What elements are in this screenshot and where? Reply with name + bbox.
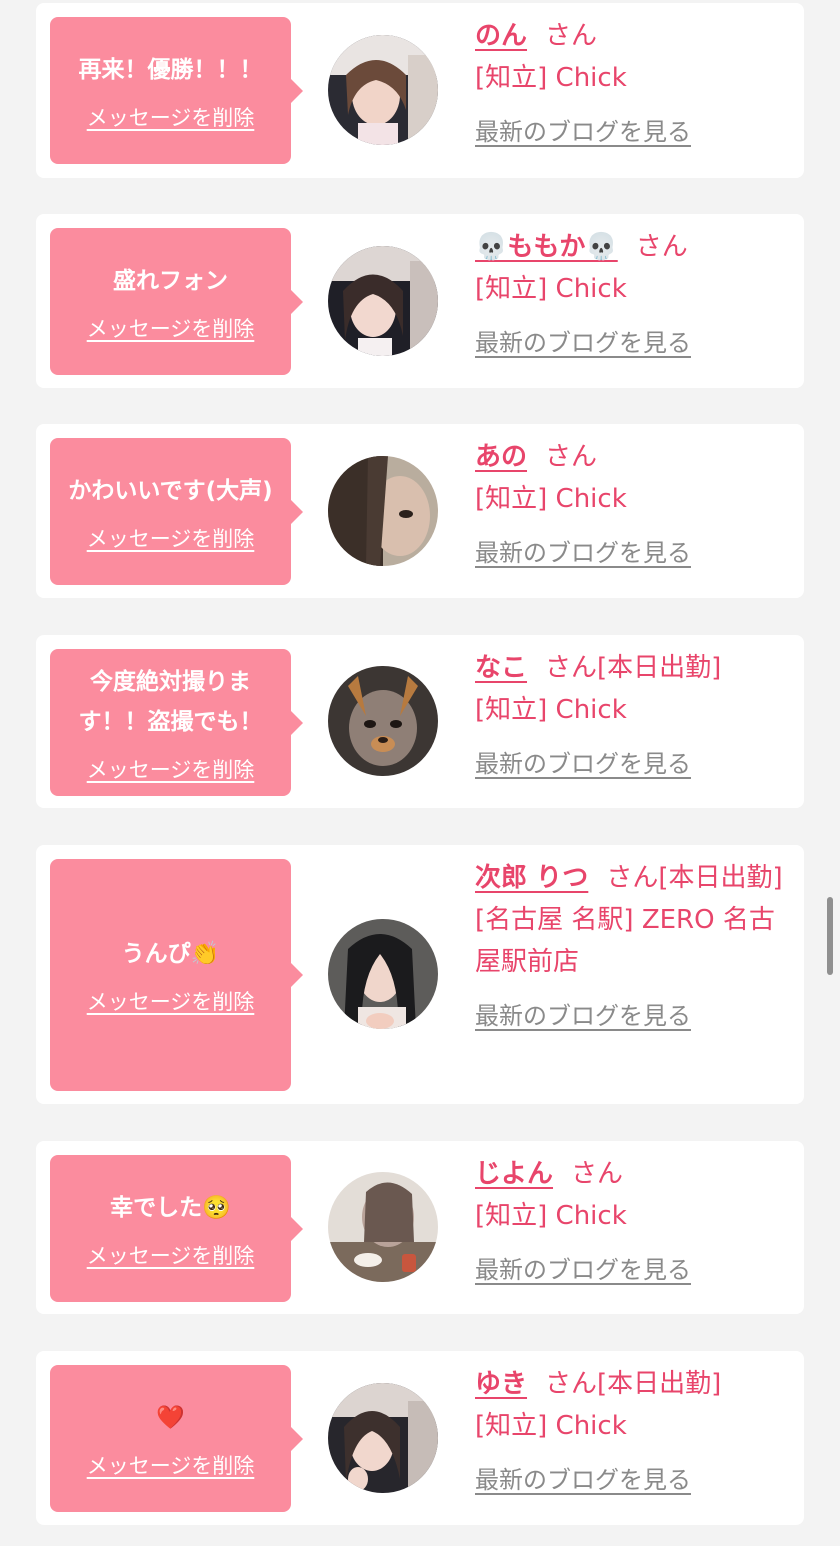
name-suffix: さん <box>545 442 598 472</box>
message-card: 再来！優勝！！！ メッセージを削除 のん さん [知立] Chick 最新のブログ… <box>36 3 804 178</box>
latest-blog-link[interactable]: 最新のブログを見る <box>475 532 691 574</box>
message-bubble: うんぴ👏 メッセージを削除 <box>50 859 303 1091</box>
girl-info: 次郎 りつ さん[本日出勤] [名古屋 名駅] ZERO 名古屋駅前店 最新のブロ… <box>475 857 785 1037</box>
latest-blog-link[interactable]: 最新のブログを見る <box>475 1249 691 1291</box>
name-line: なこ さん[本日出勤] <box>475 647 785 689</box>
message-card: 今度絶対撮ります！！盗撮でも！ メッセージを削除 なこ さん[本日出勤] [知立]… <box>36 635 804 808</box>
message-bubble: 盛れフォン メッセージを削除 <box>50 228 303 375</box>
delete-message-link[interactable]: メッセージを削除 <box>87 523 255 553</box>
message-card: 盛れフォン メッセージを削除 💀ももか💀 さん [知立] Chick 最新のブログ… <box>36 214 804 388</box>
latest-blog-link[interactable]: 最新のブログを見る <box>475 1459 691 1501</box>
girl-avatar[interactable] <box>328 919 438 1029</box>
message-card: ❤️ メッセージを削除 ゆき さん[本日出勤] [知立] Chick 最新のブログ… <box>36 1351 804 1525</box>
message-text: 盛れフォン <box>113 267 228 294</box>
delete-message-link[interactable]: メッセージを削除 <box>87 754 255 784</box>
name-suffix: さん[本日出勤] <box>545 653 722 683</box>
latest-blog-link[interactable]: 最新のブログを見る <box>475 322 691 364</box>
girl-avatar[interactable] <box>328 1383 438 1493</box>
name-suffix: さん <box>571 1159 624 1189</box>
shop-name: [知立] Chick <box>475 695 627 725</box>
girl-info: じよん さん [知立] Chick 最新のブログを見る <box>475 1153 785 1291</box>
latest-blog-link[interactable]: 最新のブログを見る <box>475 743 691 785</box>
girl-name-link[interactable]: なこ <box>475 653 527 683</box>
girl-avatar[interactable] <box>328 666 438 776</box>
girl-name-link[interactable]: のん <box>475 21 527 51</box>
latest-blog-link[interactable]: 最新のブログを見る <box>475 995 691 1037</box>
message-text: 幸でした🥺 <box>110 1194 231 1221</box>
shop-name: [知立] Chick <box>475 274 627 304</box>
message-text: ❤️ <box>156 1404 185 1431</box>
delete-message-link[interactable]: メッセージを削除 <box>87 313 255 343</box>
shop-name: [名古屋 名駅] ZERO 名古屋駅前店 <box>475 905 775 977</box>
girl-name-link[interactable]: じよん <box>475 1159 553 1189</box>
name-line: あの さん <box>475 436 785 478</box>
shop-name: [知立] Chick <box>475 1411 627 1441</box>
girl-avatar[interactable] <box>328 456 438 566</box>
girl-name-link[interactable]: 次郎 りつ <box>475 863 588 893</box>
message-card: うんぴ👏 メッセージを削除 次郎 りつ さん[本日出勤] [名古屋 名駅] ZER… <box>36 845 804 1104</box>
delete-message-link[interactable]: メッセージを削除 <box>87 102 255 132</box>
message-card: 幸でした🥺 メッセージを削除 じよん さん [知立] Chick 最新のブログを見… <box>36 1141 804 1314</box>
girl-name-link[interactable]: 💀ももか💀 <box>475 232 618 262</box>
shop-name: [知立] Chick <box>475 1201 627 1231</box>
message-bubble: ❤️ メッセージを削除 <box>50 1365 303 1512</box>
girl-info: なこ さん[本日出勤] [知立] Chick 最新のブログを見る <box>475 647 785 785</box>
name-line: 次郎 りつ さん[本日出勤] <box>475 857 785 899</box>
name-line: ゆき さん[本日出勤] <box>475 1363 785 1405</box>
shop-name: [知立] Chick <box>475 63 627 93</box>
latest-blog-link[interactable]: 最新のブログを見る <box>475 111 691 153</box>
girl-name-link[interactable]: あの <box>475 442 527 472</box>
girl-avatar[interactable] <box>328 35 438 145</box>
message-bubble: 今度絶対撮ります！！盗撮でも！ メッセージを削除 <box>50 649 303 796</box>
message-text: うんぴ👏 <box>121 941 220 967</box>
avatar-photo-icon <box>328 1383 438 1493</box>
delete-message-link[interactable]: メッセージを削除 <box>87 1450 255 1480</box>
message-text: かわいいです(大声) <box>68 477 273 504</box>
girl-info: あの さん [知立] Chick 最新のブログを見る <box>475 436 785 574</box>
scrollbar-thumb[interactable] <box>827 897 833 975</box>
name-suffix: さん <box>545 21 598 51</box>
name-suffix: さん <box>635 232 688 262</box>
name-line: のん さん <box>475 15 785 57</box>
girl-info: のん さん [知立] Chick 最新のブログを見る <box>475 15 785 153</box>
message-bubble: かわいいです(大声) メッセージを削除 <box>50 438 303 585</box>
name-suffix: さん[本日出勤] <box>606 863 783 893</box>
message-text: 今度絶対撮ります！！盗撮でも！ <box>78 668 263 735</box>
avatar-photo-icon <box>328 456 438 566</box>
message-card: かわいいです(大声) メッセージを削除 あの さん [知立] Chick 最新のブ… <box>36 424 804 598</box>
message-list: 再来！優勝！！！ メッセージを削除 のん さん [知立] Chick 最新のブログ… <box>0 0 840 1546</box>
name-line: じよん さん <box>475 1153 785 1195</box>
girl-avatar[interactable] <box>328 246 438 356</box>
avatar-photo-icon <box>328 919 438 1029</box>
delete-message-link[interactable]: メッセージを削除 <box>87 986 255 1016</box>
girl-avatar[interactable] <box>328 1172 438 1282</box>
avatar-photo-icon <box>328 666 438 776</box>
girl-info: ゆき さん[本日出勤] [知立] Chick 最新のブログを見る <box>475 1363 785 1501</box>
message-bubble: 再来！優勝！！！ メッセージを削除 <box>50 17 303 164</box>
name-line: 💀ももか💀 さん <box>475 226 785 268</box>
delete-message-link[interactable]: メッセージを削除 <box>87 1240 255 1270</box>
avatar-photo-icon <box>328 1172 438 1282</box>
shop-name: [知立] Chick <box>475 484 627 514</box>
message-bubble: 幸でした🥺 メッセージを削除 <box>50 1155 303 1302</box>
girl-name-link[interactable]: ゆき <box>475 1369 527 1399</box>
girl-info: 💀ももか💀 さん [知立] Chick 最新のブログを見る <box>475 226 785 364</box>
name-suffix: さん[本日出勤] <box>545 1369 722 1399</box>
avatar-photo-icon <box>328 246 438 356</box>
message-text: 再来！優勝！！！ <box>78 56 263 83</box>
avatar-photo-icon <box>328 35 438 145</box>
